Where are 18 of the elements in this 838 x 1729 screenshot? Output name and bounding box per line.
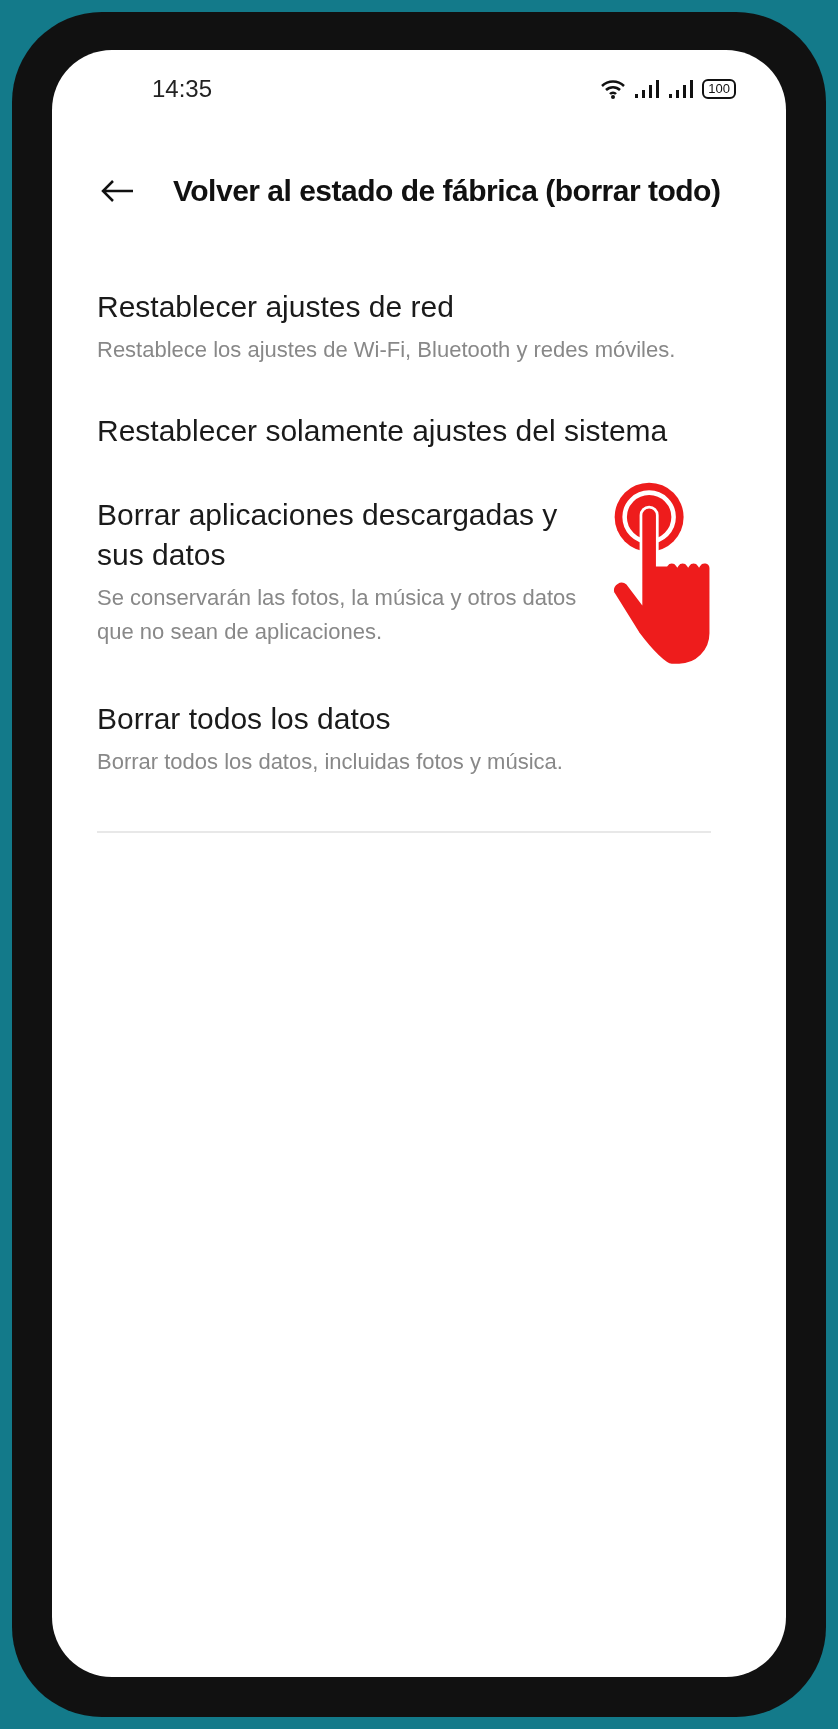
signal-icon [634,79,661,99]
settings-option[interactable]: Borrar todos los datos Borrar todos los datos, incluidas fotos y música. [97,677,741,801]
battery-indicator: 100 [702,79,736,99]
option-title: Borrar todos los datos [97,701,392,737]
option-description: Borrar todos los datos, incluidas fotos y música. [97,748,564,776]
option-description: Se conservarán las fotos, la música y otros datos que no sean de aplicaciones. [97,584,578,646]
page-title: Volver al estado de fábrica (borrar todo) [173,173,721,209]
settings-option[interactable]: Restablecer ajustes de red Restablece los ajustes de Wi-Fi, Bluetooth y redes móviles. [97,265,741,389]
option-title: Borrar aplicaciones descargadas y sus datos [97,497,559,573]
status-time: 14:35 [152,74,213,104]
back-arrow-icon [100,178,134,203]
settings-option[interactable]: Restablecer solamente ajustes del sistema [97,389,741,473]
settings-option[interactable]: Borrar aplicaciones descargadas y sus datos Se conservarán las fotos, la música y otros datos que no sean de aplicaciones. [97,473,741,677]
option-description: Restablece los ajustes de Wi-Fi, Bluetooth y redes móviles. [97,336,677,364]
option-title: Restablecer solamente ajustes del sistema [97,413,669,449]
signal-icon [668,79,695,99]
option-title: Restablecer ajustes de red [97,289,455,325]
wifi-icon [600,79,627,99]
